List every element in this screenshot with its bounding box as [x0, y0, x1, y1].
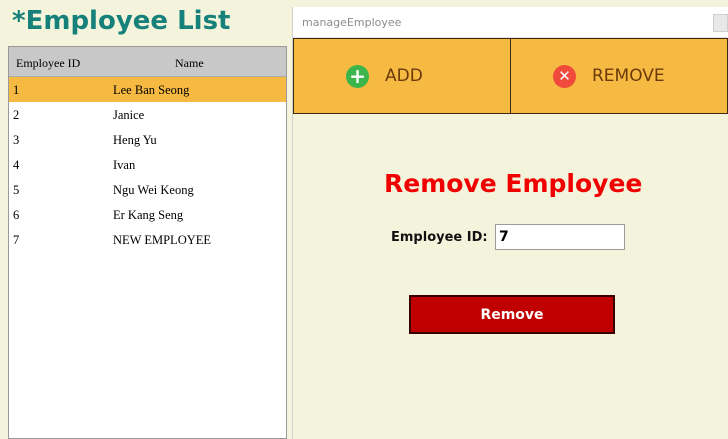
- remove-employee-heading: Remove Employee: [384, 169, 643, 198]
- column-header-name[interactable]: Name: [175, 56, 204, 71]
- cell-employee-id: 7: [13, 233, 20, 247]
- table-row[interactable]: 1 Lee Ban Seong: [9, 77, 286, 102]
- cell-employee-id: 4: [13, 158, 20, 172]
- table-row[interactable]: 6 Er Kang Seng: [9, 202, 286, 227]
- column-header-employee-id[interactable]: Employee ID: [16, 56, 80, 71]
- table-row[interactable]: 7 NEW EMPLOYEE: [9, 227, 286, 252]
- action-tabbar: + ADD ✕ REMOVE: [293, 38, 728, 114]
- table-row[interactable]: 4 Ivan: [9, 152, 286, 177]
- cell-employee-id: 3: [13, 133, 20, 147]
- window-titlebar[interactable]: manageEmployee: [293, 7, 728, 38]
- table-row[interactable]: 5 Ngu Wei Keong: [9, 177, 286, 202]
- add-tab-button[interactable]: + ADD: [293, 38, 511, 114]
- cell-name: Janice: [113, 108, 145, 122]
- manage-employee-window: manageEmployee + ADD ✕ REMOVE Remove Emp…: [292, 7, 728, 439]
- table-header: Employee ID Name: [9, 47, 286, 77]
- table-row[interactable]: 2 Janice: [9, 102, 286, 127]
- remove-tab-button[interactable]: ✕ REMOVE: [511, 38, 728, 114]
- employee-list-title: *Employee List: [12, 6, 231, 36]
- cell-employee-id: 6: [13, 208, 20, 222]
- cell-employee-id: 1: [13, 83, 20, 97]
- cell-employee-id: 5: [13, 183, 20, 197]
- window-title: manageEmployee: [302, 16, 402, 29]
- x-circle-icon: ✕: [553, 65, 576, 88]
- cell-name: Ngu Wei Keong: [113, 183, 194, 197]
- add-tab-label: ADD: [385, 66, 423, 86]
- table-row[interactable]: 3 Heng Yu: [9, 127, 286, 152]
- remove-tab-label: REMOVE: [592, 66, 665, 86]
- plus-circle-icon: +: [346, 65, 369, 88]
- employee-id-input[interactable]: [495, 224, 625, 250]
- cell-name: NEW EMPLOYEE: [113, 233, 212, 247]
- window-close-button[interactable]: [713, 14, 728, 32]
- cell-name: Ivan: [113, 158, 136, 172]
- cell-employee-id: 2: [13, 108, 20, 122]
- remove-button[interactable]: Remove: [409, 295, 615, 334]
- cell-name: Er Kang Seng: [113, 208, 184, 222]
- employee-table: Employee ID Name 1 Lee Ban Seong 2 Janic…: [8, 46, 287, 439]
- employee-id-label: Employee ID:: [391, 230, 488, 245]
- cell-name: Lee Ban Seong: [113, 83, 190, 97]
- cell-name: Heng Yu: [113, 133, 157, 147]
